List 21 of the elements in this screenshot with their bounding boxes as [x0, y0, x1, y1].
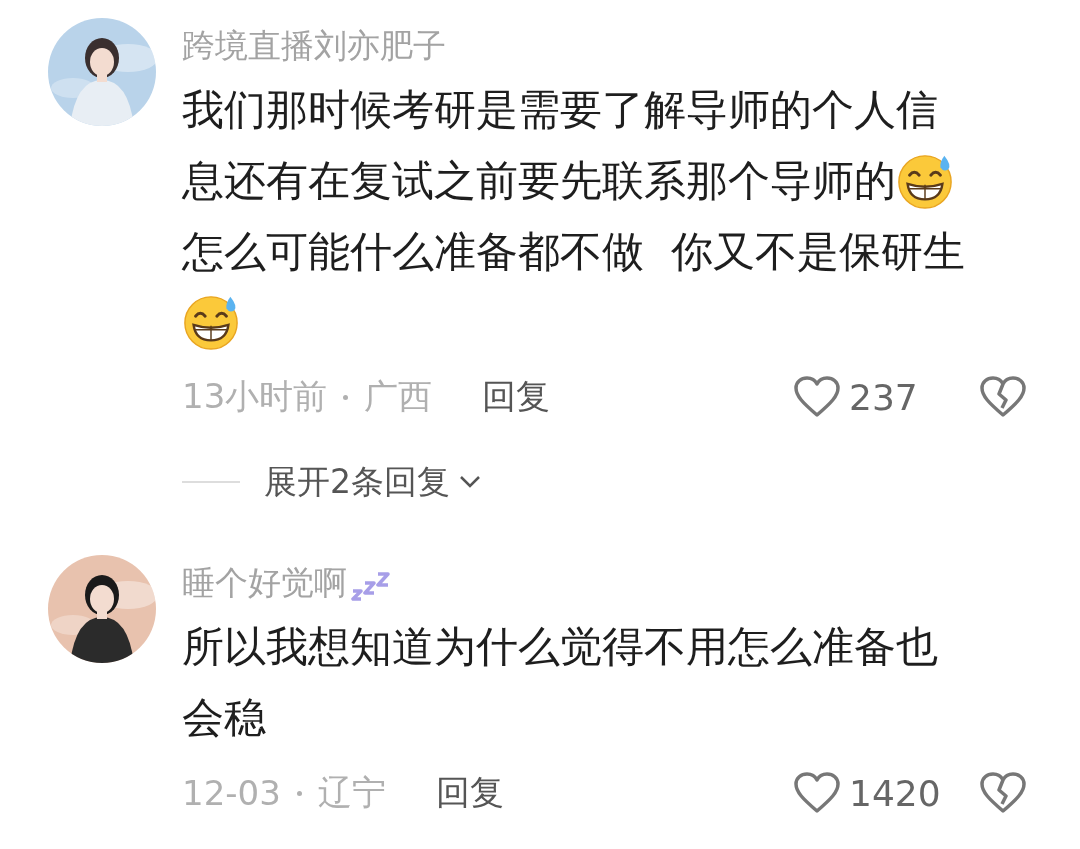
chevron-down-icon[interactable]	[458, 474, 482, 490]
comment-text: 我们那时候考研是需要了解导师的个人信	[182, 84, 938, 136]
comment-text: 会稳	[182, 692, 266, 744]
reply-link[interactable]: 回复	[435, 770, 504, 816]
grinning-sweat-emoji-icon	[182, 293, 240, 351]
broken-heart-icon[interactable]	[979, 375, 1027, 419]
like-count: 1420	[849, 772, 942, 814]
comment-time: 13小时前	[182, 375, 328, 418]
broken-heart-icon[interactable]	[979, 771, 1027, 815]
comment-location: 辽宁	[317, 771, 386, 814]
reply-link[interactable]: 回复	[482, 374, 551, 420]
comment-time: 12-03	[182, 773, 281, 813]
heart-icon[interactable]	[793, 375, 841, 419]
heart-icon[interactable]	[793, 771, 841, 815]
like-count: 237	[849, 376, 919, 418]
comment-text: 怎么可能什么准备都不做 你又不是保研生	[182, 226, 965, 278]
expand-replies-link[interactable]: 展开2条回复	[264, 459, 450, 505]
comment-text: 息还有在复试之前要先联系那个导师的	[182, 155, 896, 207]
comment-text: 所以我想知道为什么觉得不用怎么准备也	[182, 621, 938, 673]
zzz-icon	[351, 571, 391, 601]
comment-location: 广西	[364, 375, 433, 418]
